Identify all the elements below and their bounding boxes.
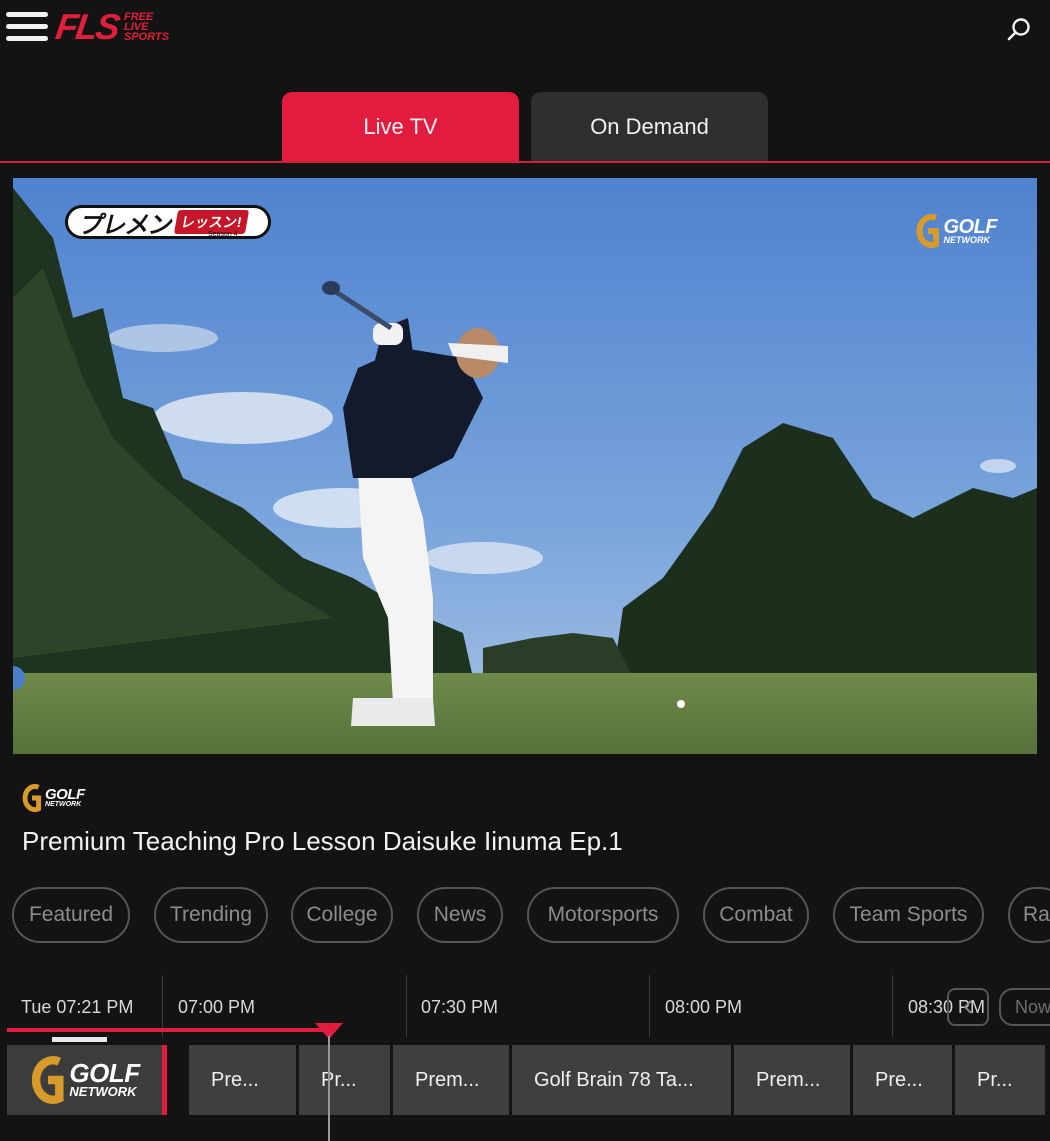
chip-combat[interactable]: Combat [703,887,809,943]
show-logo-season: Season 4 [208,231,238,238]
guide-time-slot: 08:00 PM [665,997,743,1017]
logo-main-text: FLS [53,6,121,47]
guide-scroll-indicator [52,1037,107,1042]
chip-featured[interactable]: Featured [12,887,130,943]
tab-live-tv[interactable]: Live TV [282,92,519,162]
fls-logo[interactable]: FLS FREE LIVE SPORTS [53,6,170,47]
channel-golf-network[interactable]: GOLF NETWORK [7,1045,163,1115]
program-cell[interactable]: Prem... [734,1045,850,1115]
guide-time-progress [7,1028,330,1032]
program-cell[interactable]: Golf Brain 78 Ta... [512,1045,731,1115]
golf-network-line2: NETWORK [943,234,990,245]
tab-on-demand[interactable]: On Demand [531,92,768,162]
current-channel-indicator [162,1045,167,1115]
now-playing-title: Premium Teaching Pro Lesson Daisuke Iinu… [22,826,623,856]
guide-time-slot: 07:30 PM [421,997,499,1017]
golf-network-icon [32,1056,64,1104]
chip-ra[interactable]: Ra [1008,887,1050,943]
golf-network-icon [22,784,42,812]
search-icon[interactable] [1006,16,1032,42]
program-cell[interactable]: Pr... [299,1045,390,1115]
program-cell[interactable]: Pre... [853,1045,952,1115]
np-network-line2: NETWORK [45,800,82,808]
video-player[interactable]: プレメン レッスン! Season 4 GOLF NETWORK [13,178,1037,754]
guide-now-button[interactable]: Now [999,988,1050,1026]
chevron-left-icon [963,1000,972,1014]
program-cell[interactable]: Pre... [189,1045,296,1115]
guide-playhead-line [328,1036,330,1141]
chip-motorsports[interactable]: Motorsports [527,887,679,943]
program-cell[interactable]: Pr... [955,1045,1045,1115]
channel-logo-line2: NETWORK [69,1083,137,1099]
program-cell[interactable]: Prem... [393,1045,509,1115]
tab-underline [0,161,1050,163]
golf-network-icon [917,214,940,248]
hamburger-menu-icon[interactable] [6,10,48,44]
chip-college[interactable]: College [291,887,393,943]
main-tabs: Live TV On Demand [0,92,1050,162]
np-network-line1: GOLF [45,786,85,804]
logo-sub-text: FREE LIVE SPORTS [124,11,170,43]
channel-logo-line1: GOLF [69,1058,140,1089]
chip-news[interactable]: News [417,887,503,943]
golf-network-watermark: GOLF NETWORK [916,214,997,248]
guide-scroll-back-button[interactable] [947,988,989,1026]
chip-team-sports[interactable]: Team Sports [833,887,984,943]
guide-time-header: Tue 07:21 PM 07:00 PM 07:30 PM 08:00 PM … [0,975,1050,1037]
golf-network-line1: GOLF [943,215,997,238]
top-bar: FLS FREE LIVE SPORTS [0,0,1050,60]
show-logo-text: プレメン [78,211,171,239]
guide-time-slot: 07:00 PM [178,997,256,1017]
now-playing-network-logo: GOLF NETWORK [22,784,85,812]
video-frame-golfer [13,178,1037,754]
show-logo-badge: プレメン レッスン! Season 4 [65,205,271,239]
chip-trending[interactable]: Trending [154,887,268,943]
guide-current-time: Tue 07:21 PM [21,997,134,1017]
guide-channel-row: GOLF NETWORK Pre... Pr... Prem... Golf B… [0,1045,1050,1115]
